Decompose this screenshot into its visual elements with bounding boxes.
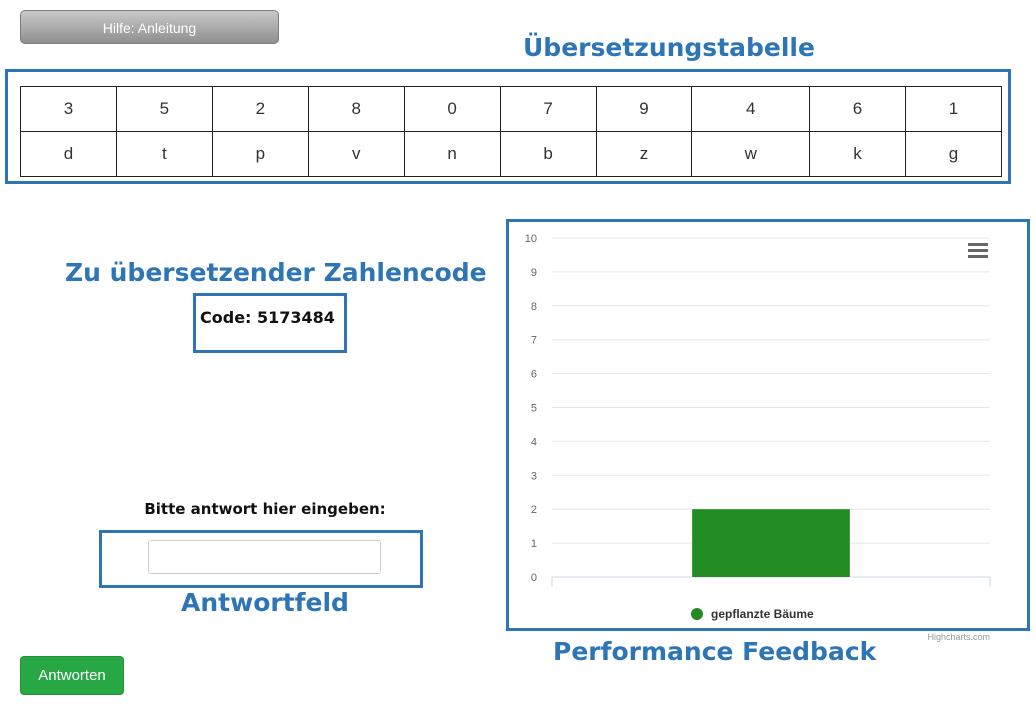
table-cell-letter: g [904,131,1003,177]
table-cell-letter: w [691,131,811,177]
table-cell-letter: k [809,131,906,177]
table-cell-letter: p [211,131,309,177]
digit-row: 3 5 2 8 0 7 9 4 6 1 [20,86,1003,132]
code-annotation: Zu übersetzender Zahlencode [65,258,487,287]
help-instructions-button[interactable]: Hilfe: Anleitung [20,10,279,44]
table-cell-digit: 3 [20,86,117,132]
table-cell-letter: v [307,131,405,177]
answer-input[interactable] [148,540,381,574]
table-cell-digit: 4 [691,86,811,132]
table-cell-digit: 7 [499,86,597,132]
table-cell-digit: 9 [595,86,693,132]
chart-credits[interactable]: Highcharts.com [927,632,990,642]
code-display: Code: 5173484 [200,308,335,327]
answer-prompt: Bitte antwort hier eingeben: [144,500,386,518]
translation-table: 3 5 2 8 0 7 9 4 6 1 d t p v n b z w k g [20,86,1003,177]
bar[interactable] [692,509,850,577]
legend-label[interactable]: gepflanzte Bäume [711,607,814,621]
performance-feedback-annotation: Performance Feedback [553,637,877,666]
table-cell-digit: 8 [307,86,405,132]
translation-table-annotation: Übersetzungstabelle [523,33,815,62]
table-cell-digit: 5 [115,86,213,132]
submit-answer-button[interactable]: Antworten [20,656,124,695]
letter-row: d t p v n b z w k g [20,131,1003,177]
table-cell-letter: d [20,131,117,177]
answer-annotation: Antwortfeld [181,588,349,617]
table-cell-digit: 6 [809,86,906,132]
table-cell-letter: n [403,131,501,177]
table-cell-letter: z [595,131,693,177]
table-cell-digit: 1 [904,86,1003,132]
table-cell-letter: b [499,131,597,177]
hamburger-menu-icon[interactable] [968,243,988,258]
table-cell-digit: 2 [211,86,309,132]
table-cell-letter: t [115,131,213,177]
table-cell-digit: 0 [403,86,501,132]
